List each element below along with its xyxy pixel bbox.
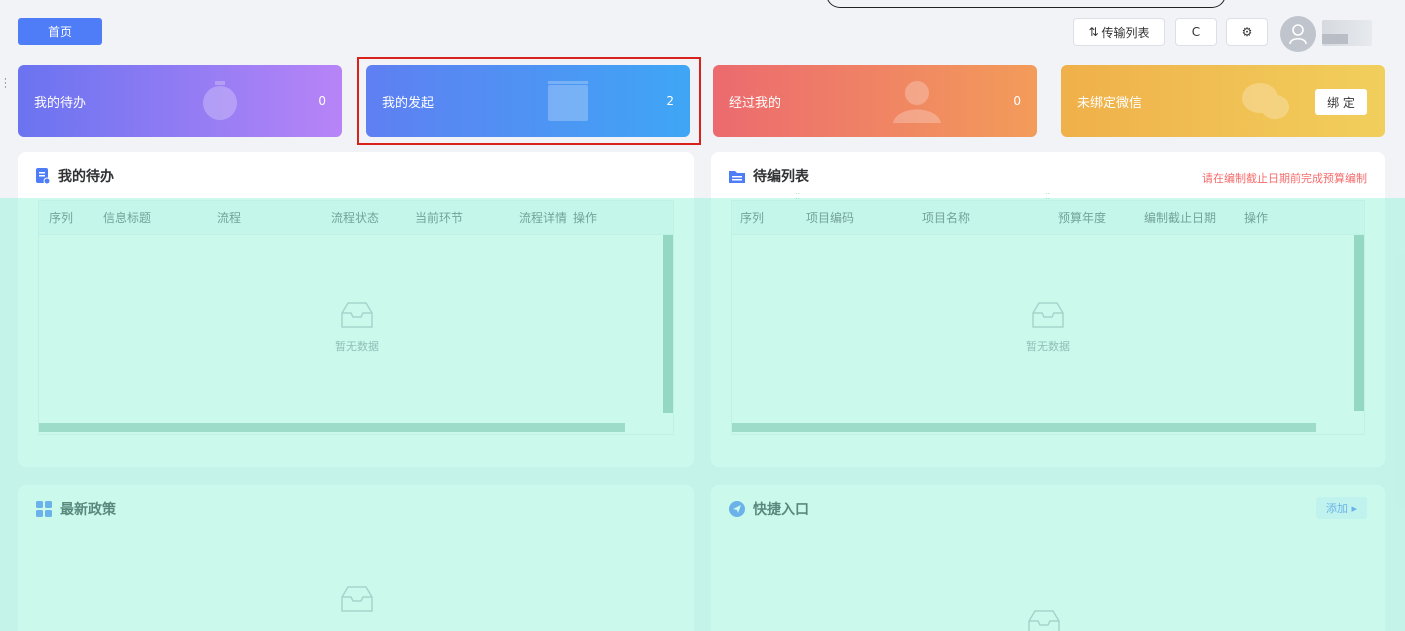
col-header: 项目编码 bbox=[806, 211, 855, 225]
gear-icon: ⚙ bbox=[1241, 25, 1253, 39]
col-header: 操作 bbox=[1244, 211, 1269, 225]
empty-inbox-icon bbox=[1032, 302, 1064, 328]
col-header: 编制截止日期 bbox=[1144, 211, 1217, 225]
empty-inbox-icon bbox=[341, 586, 373, 612]
send-icon bbox=[729, 501, 745, 517]
todo-title-text: 我的待办 bbox=[58, 169, 114, 185]
todo-panel: 我的待办 序列 信息标题 流程 流程状态 当前环节 流程详情 操作 暂无数据 bbox=[18, 152, 694, 467]
empty-text: 暂无数据 bbox=[1026, 340, 1070, 353]
edit-table-header: 序列 项目编码 项目名称 预算年度 编制截止日期 操作 bbox=[732, 201, 1364, 235]
clipped-arc-decoration bbox=[826, 0, 1226, 8]
avatar[interactable] bbox=[1280, 16, 1316, 52]
col-header: 序列 bbox=[49, 211, 74, 225]
tab-home[interactable]: 首页 bbox=[18, 18, 102, 45]
upload-icon bbox=[548, 81, 588, 121]
user-icon bbox=[1289, 24, 1307, 45]
drag-handle-icon[interactable]: · · · bbox=[4, 76, 7, 93]
person-icon bbox=[893, 81, 941, 123]
stat-count: 2 bbox=[666, 94, 674, 108]
stat-card-my-initiated[interactable]: 我的发起 2 bbox=[366, 65, 690, 137]
stat-card-wechat-unbound[interactable]: 未绑定微信 绑 定 bbox=[1061, 65, 1385, 137]
shortcut-panel-title: 快捷入口 bbox=[729, 499, 809, 519]
policy-panel-title: 最新政策 bbox=[36, 499, 116, 519]
transfer-icon: ⇅ bbox=[1088, 25, 1099, 39]
todo-table: 序列 信息标题 流程 流程状态 当前环节 流程详情 操作 暂无数据 bbox=[38, 200, 674, 435]
col-header: 流程 bbox=[217, 211, 242, 225]
stat-label: 我的发起 bbox=[382, 95, 435, 111]
deadline-notice: 请在编制截止日期前完成预算编制 bbox=[1202, 172, 1367, 185]
settings-button[interactable]: ⚙ bbox=[1226, 18, 1268, 46]
shortcut-panel: 快捷入口 添加 ▸ bbox=[711, 485, 1385, 631]
stat-label: 未绑定微信 bbox=[1077, 95, 1143, 111]
col-header: 当前环节 bbox=[415, 211, 464, 225]
refresh-button[interactable]: C bbox=[1175, 18, 1217, 46]
stat-count: 0 bbox=[318, 94, 326, 108]
col-header: 信息标题 bbox=[103, 211, 152, 225]
stat-count: 0 bbox=[1013, 94, 1021, 108]
todo-table-header: 序列 信息标题 流程 流程状态 当前环节 流程详情 操作 bbox=[39, 201, 673, 235]
empty-inbox-icon bbox=[1028, 610, 1060, 631]
transfer-list-button[interactable]: ⇅ 传输列表 bbox=[1073, 18, 1165, 46]
col-header: 流程状态 bbox=[331, 211, 380, 225]
stat-label: 经过我的 bbox=[729, 95, 782, 111]
empty-inbox-icon bbox=[341, 302, 373, 328]
edit-table: 序列 项目编码 项目名称 预算年度 编制截止日期 操作 暂无数据 bbox=[731, 200, 1365, 435]
empty-text: 暂无数据 bbox=[335, 340, 379, 353]
policy-title-text: 最新政策 bbox=[60, 502, 116, 518]
col-header: 序列 bbox=[740, 211, 765, 225]
todo-empty-state: 暂无数据 bbox=[307, 301, 407, 354]
timer-icon bbox=[203, 81, 237, 120]
edit-vertical-scrollbar[interactable] bbox=[1354, 235, 1364, 411]
transfer-list-label: 传输列表 bbox=[1101, 25, 1150, 40]
edit-title-text: 待编列表 bbox=[753, 169, 809, 185]
col-header: 项目名称 bbox=[922, 211, 971, 225]
shortcut-title-text: 快捷入口 bbox=[753, 502, 809, 518]
folder-icon bbox=[729, 169, 745, 183]
policy-panel: 最新政策 bbox=[18, 485, 694, 631]
col-header: 流程详情 bbox=[519, 211, 568, 225]
document-list-icon bbox=[36, 168, 50, 184]
username-blurred-detail bbox=[1322, 34, 1348, 44]
wechat-icon bbox=[1242, 83, 1289, 119]
todo-vertical-scrollbar[interactable] bbox=[663, 235, 673, 413]
stat-card-passed-me[interactable]: 经过我的 0 bbox=[713, 65, 1037, 137]
todo-panel-title: 我的待办 bbox=[36, 166, 114, 186]
bind-wechat-button[interactable]: 绑 定 bbox=[1315, 89, 1367, 115]
stat-card-my-todo[interactable]: 我的待办 0 bbox=[18, 65, 342, 137]
edit-panel-title: 待编列表 bbox=[729, 166, 809, 186]
add-shortcut-button[interactable]: 添加 ▸ bbox=[1315, 497, 1367, 519]
col-header: 预算年度 bbox=[1058, 211, 1107, 225]
col-header: 操作 bbox=[573, 211, 598, 225]
todo-horizontal-scrollbar[interactable] bbox=[39, 423, 625, 432]
grid-icon bbox=[36, 501, 52, 517]
edit-empty-state: 暂无数据 bbox=[998, 301, 1098, 354]
edit-horizontal-scrollbar[interactable] bbox=[732, 423, 1316, 432]
stat-label: 我的待办 bbox=[34, 95, 87, 111]
edit-panel: 待编列表 请在编制截止日期前完成预算编制 ⁚⁚ ⁚⁚ 序列 项目编码 项目名称 … bbox=[711, 152, 1385, 467]
refresh-icon: C bbox=[1191, 25, 1201, 39]
